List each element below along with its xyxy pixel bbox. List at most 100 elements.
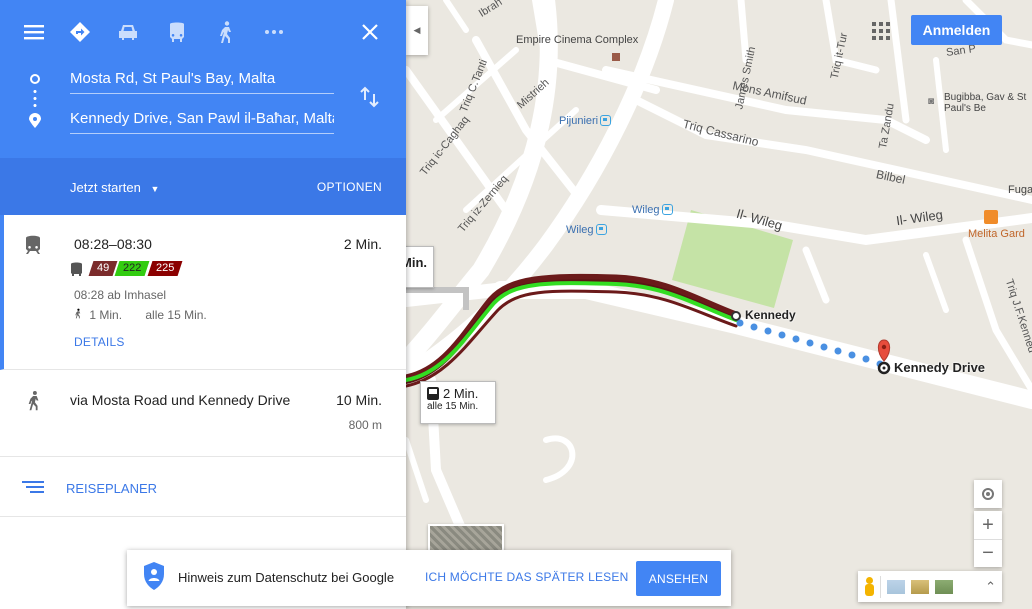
cafe-icon xyxy=(984,210,998,224)
departure-info: 08:28 ab Imhasel xyxy=(74,288,167,302)
route-duration: 2 Min. xyxy=(343,236,382,252)
walk-duration: 1 Min. xyxy=(89,308,123,322)
poi-text: Bugibba, Gav & St Paul's Be xyxy=(944,92,1027,114)
more-icon xyxy=(265,30,283,34)
map-graphics xyxy=(406,0,1032,609)
collapse-panel-button[interactable]: ◀ xyxy=(406,6,428,55)
walk-info: 1 Min. alle 15 Min. xyxy=(74,308,207,322)
pegman-icon[interactable] xyxy=(864,576,874,597)
expand-up-icon[interactable]: ⌃ xyxy=(985,579,996,595)
poi-text: Melita Gard xyxy=(968,228,1025,240)
route-time-range: 08:28–08:30 xyxy=(74,236,152,252)
poi-text: Wileg xyxy=(632,204,660,216)
swap-icon xyxy=(360,86,379,108)
planner-label: REISEPLANER xyxy=(66,481,158,496)
privacy-notice-bar: Hinweis zum Datenschutz bei Google ICH M… xyxy=(127,550,731,606)
map-canvas[interactable]: Ibrah Triq C.Tanti Triq ic-Caghaq Mistri… xyxy=(406,0,1032,609)
close-button[interactable] xyxy=(356,18,384,46)
line-badge: 225 xyxy=(147,261,183,276)
route-option-transit[interactable]: 08:28–08:30 2 Min. 49 222 225 08:28 ab I… xyxy=(0,215,406,370)
poi-label-bugibba[interactable]: ◙ Bugibba, Gav & St Paul's Be xyxy=(928,92,1032,114)
dropdown-arrow-icon: ▼ xyxy=(150,184,160,194)
bus-stop-icon xyxy=(661,204,673,215)
walk-small-icon xyxy=(74,308,82,322)
car-icon xyxy=(119,25,137,40)
camera-icon: ◙ xyxy=(928,96,935,107)
callout-row: 2 Min. xyxy=(427,386,489,401)
poi-label-bus-stop[interactable]: Wileg xyxy=(566,224,607,236)
bus-stop-icon xyxy=(595,224,607,235)
destination-label[interactable]: Kennedy Drive xyxy=(894,360,985,375)
signin-button[interactable]: Anmelden xyxy=(911,15,1002,45)
route-duration: 10 Min. xyxy=(336,392,382,408)
poi-label-cinema[interactable]: Empire Cinema Complex xyxy=(516,34,638,46)
poi-label-bus-stop[interactable]: Pijunieri xyxy=(559,115,612,127)
swap-waypoints-button[interactable] xyxy=(360,86,380,108)
zoom-in-button[interactable]: + xyxy=(974,511,1002,539)
destination-pin-icon xyxy=(29,113,41,129)
map-imagery-strip: ⌃ xyxy=(858,571,1002,602)
options-button[interactable]: OPTIONEN xyxy=(317,180,382,194)
imagery-thumb-1[interactable] xyxy=(887,579,905,594)
departure-options-bar: Jetzt starten ▼ OPTIONEN xyxy=(0,158,406,215)
plus-icon: + xyxy=(982,513,994,536)
frequency: alle 15 Min. xyxy=(145,308,207,322)
departure-time-dropdown[interactable]: Jetzt starten ▼ xyxy=(70,180,159,195)
mode-best-route[interactable] xyxy=(66,18,94,46)
maps-app: Ibrah Triq C.Tanti Triq ic-Caghaq Mistri… xyxy=(0,0,1032,609)
line-badge-label: 225 xyxy=(155,262,174,274)
origin-input[interactable]: Mosta Rd, St Paul's Bay, Malta xyxy=(70,66,334,94)
imagery-thumb-2[interactable] xyxy=(911,579,929,594)
transit-icon xyxy=(170,22,184,42)
route-option-walking[interactable]: via Mosta Road und Kennedy Drive 10 Min.… xyxy=(0,370,406,457)
line-badge-label: 49 xyxy=(97,262,110,274)
departure-time-label: Jetzt starten xyxy=(70,180,141,195)
zoom-out-button[interactable]: − xyxy=(974,539,1002,567)
location-target-icon xyxy=(982,488,994,500)
read-later-button[interactable]: ICH MÖCHTE DAS SPÄTER LESEN xyxy=(425,570,628,584)
destination-input[interactable]: Kennedy Drive, San Pawl il-Baħar, Malta xyxy=(70,106,334,134)
directions-panel: Mosta Rd, St Paul's Bay, Malta Kennedy D… xyxy=(0,0,406,609)
poi-text: Wileg xyxy=(566,224,594,236)
details-link[interactable]: DETAILS xyxy=(74,335,125,349)
callout-duration: 2 Min. xyxy=(443,386,479,401)
menu-icon xyxy=(24,25,44,40)
zoom-control: + − xyxy=(974,511,1002,567)
mode-car[interactable] xyxy=(114,18,142,46)
close-icon xyxy=(362,24,378,40)
callout-frequency: alle 15 Min. xyxy=(427,401,479,412)
chevron-left-icon: ◀ xyxy=(413,25,421,35)
directions-icon xyxy=(70,22,90,42)
mode-transit[interactable] xyxy=(163,18,191,46)
stop-label-kennedy[interactable]: Kennedy xyxy=(745,308,796,322)
callout-text: Min. xyxy=(406,255,427,270)
poi-label-bus-stop[interactable]: Wileg xyxy=(632,204,673,216)
mode-walk[interactable] xyxy=(212,18,240,46)
shield-icon xyxy=(143,561,165,596)
line-badge: 222 xyxy=(114,261,151,276)
poi-label-melita[interactable]: Melita Gard xyxy=(968,210,1025,240)
privacy-text: Hinweis zum Datenschutz bei Google xyxy=(178,570,395,585)
apps-grid-icon[interactable] xyxy=(872,22,890,40)
route-callout-partial[interactable]: Min. xyxy=(406,246,434,288)
imagery-thumb-3[interactable] xyxy=(935,579,953,594)
menu-button[interactable] xyxy=(20,18,48,46)
route-callout[interactable]: 2 Min. alle 15 Min. xyxy=(420,381,496,424)
minus-icon: − xyxy=(982,542,994,564)
transit-lines: 49 222 225 xyxy=(70,261,183,276)
view-privacy-button[interactable]: ANSEHEN xyxy=(636,561,721,596)
mode-more[interactable] xyxy=(260,18,288,46)
bus-icon xyxy=(427,387,439,400)
bus-icon xyxy=(70,262,83,276)
poi-text: Pijunieri xyxy=(559,115,599,127)
divider xyxy=(880,575,881,598)
travel-mode-bar xyxy=(0,18,406,46)
my-location-button[interactable] xyxy=(974,480,1002,508)
walk-icon xyxy=(26,390,42,416)
waypoint-dots xyxy=(33,88,37,110)
bus-stop-icon xyxy=(600,115,612,126)
train-icon xyxy=(24,235,42,260)
route-via: via Mosta Road und Kennedy Drive xyxy=(70,392,291,408)
poi-label-fuga[interactable]: Fuga xyxy=(1008,184,1032,196)
trip-planner-button[interactable]: REISEPLANER xyxy=(0,457,406,517)
